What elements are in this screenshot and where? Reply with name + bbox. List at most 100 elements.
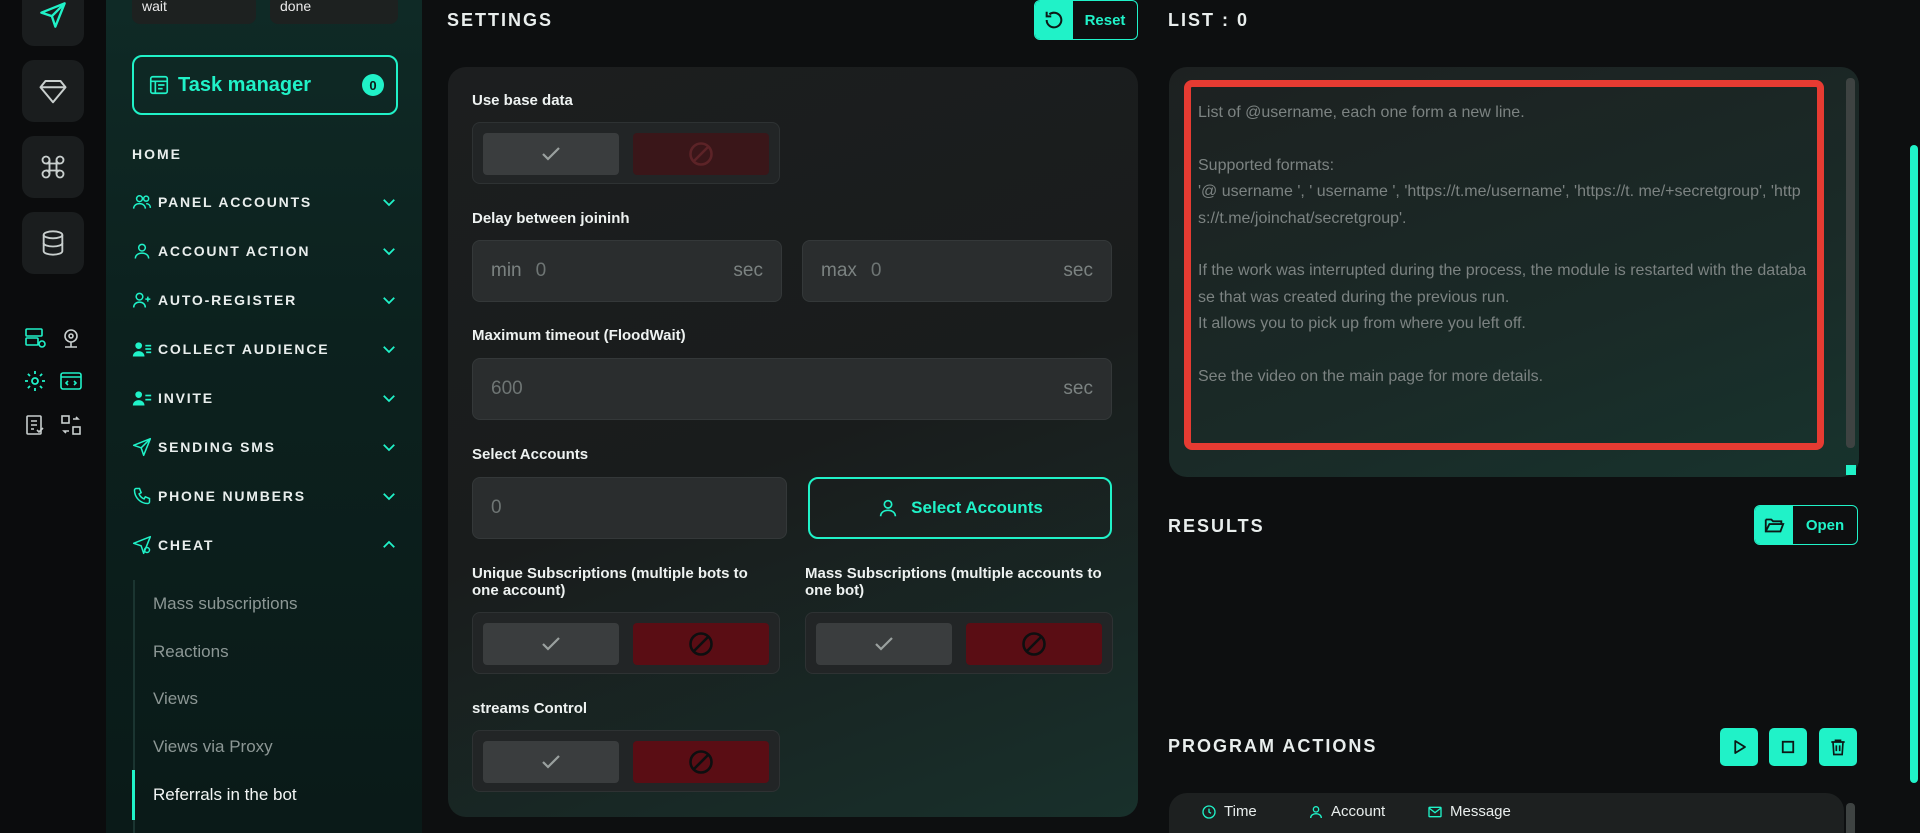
col-message[interactable]: Message	[1427, 803, 1511, 820]
nav-label: SENDING SMS	[158, 439, 276, 455]
min-value: 0	[535, 260, 547, 281]
select-accounts-button-label: Select Accounts	[911, 498, 1043, 517]
nav-label: ACCOUNT ACTION	[158, 243, 311, 259]
timeout-input[interactable]: 600 sec	[472, 358, 1112, 420]
send-icon	[40, 2, 66, 28]
col-message-label: Message	[1450, 803, 1511, 820]
col-time[interactable]: Time	[1201, 803, 1257, 820]
nav-invite[interactable]: INVITE	[132, 385, 398, 411]
resize-handle[interactable]	[1846, 465, 1856, 475]
unique-subs-label: Unique Subscriptions (multiple bots to o…	[472, 565, 748, 599]
rail-webcam[interactable]	[57, 324, 85, 352]
rail-diamond-button[interactable]	[22, 60, 84, 122]
delete-button[interactable]	[1819, 728, 1857, 766]
status-wait: wait	[132, 0, 256, 24]
list-placeholder: List of @username, each one form a new l…	[1198, 104, 1807, 386]
results-title: RESULTS	[1168, 516, 1265, 536]
sidebar: wait done Task manager 0 HOME PANEL ACCO…	[106, 0, 422, 833]
task-manager-button[interactable]: Task manager 0	[132, 55, 398, 115]
rail-database-button[interactable]	[22, 212, 84, 274]
mail-icon	[1428, 806, 1442, 817]
nav-home[interactable]: HOME	[132, 146, 182, 162]
yes-option[interactable]	[483, 623, 619, 665]
list-scrollbar[interactable]	[1846, 78, 1855, 448]
yes-option[interactable]	[483, 133, 619, 175]
chevron-down-icon	[380, 242, 398, 260]
no-option[interactable]	[633, 133, 769, 175]
yes-option[interactable]	[816, 623, 952, 665]
nav-label: AUTO-REGISTER	[158, 292, 298, 308]
nav-cheat[interactable]: CHEAT	[132, 532, 398, 558]
code-window-icon	[60, 372, 82, 390]
nav-panel-accounts[interactable]: PANEL ACCOUNTS	[132, 189, 398, 215]
rail-convert[interactable]	[57, 411, 85, 439]
unique-subs-toggle	[472, 612, 780, 674]
ban-icon	[689, 750, 713, 774]
username-list-textarea[interactable]: List of @username, each one form a new l…	[1184, 80, 1824, 450]
nav-account-action[interactable]: ACCOUNT ACTION	[132, 238, 398, 264]
nav-collect-audience[interactable]: COLLECT AUDIENCE	[132, 336, 398, 362]
nav-label: PANEL ACCOUNTS	[158, 194, 313, 210]
task-manager-label: Task manager	[178, 73, 312, 96]
min-prefix: min	[491, 260, 522, 281]
sub-referrals-in-the-bot[interactable]: Referrals in the bot	[153, 785, 297, 805]
no-option[interactable]	[633, 741, 769, 783]
icon-rail	[0, 0, 106, 833]
nav-auto-register[interactable]: AUTO-REGISTER	[132, 287, 398, 313]
chevron-down-icon	[380, 487, 398, 505]
select-accounts-count: 0	[472, 477, 787, 539]
rail-code-window[interactable]	[57, 367, 85, 395]
send-gear-icon	[132, 535, 154, 555]
rail-send-button[interactable]	[22, 0, 84, 46]
timeout-value: 600	[491, 378, 523, 399]
sub-views[interactable]: Views	[153, 689, 198, 709]
nav-sending-sms[interactable]: SENDING SMS	[132, 434, 398, 460]
open-results-button[interactable]: Open	[1754, 505, 1858, 545]
page-scrollbar-thumb[interactable]	[1910, 145, 1918, 783]
chevron-down-icon	[380, 193, 398, 211]
select-accounts-value: 0	[491, 497, 502, 518]
reset-button[interactable]: Reset	[1034, 0, 1138, 40]
use-base-data-label: Use base data	[472, 92, 573, 109]
yes-option[interactable]	[483, 741, 619, 783]
sub-views-via-proxy[interactable]: Views via Proxy	[153, 737, 273, 757]
streams-control-toggle	[472, 730, 780, 792]
delay-max-input[interactable]: max 0 sec	[802, 240, 1112, 302]
diamond-icon	[39, 80, 67, 104]
command-icon	[41, 155, 65, 179]
max-prefix: max	[821, 260, 857, 281]
rail-command-button[interactable]	[22, 136, 84, 198]
timeout-label: Maximum timeout (FloodWait)	[472, 327, 686, 344]
delay-min-input[interactable]: min 0 sec	[472, 240, 782, 302]
sub-reactions[interactable]: Reactions	[153, 642, 229, 662]
nav-label: PHONE NUMBERS	[158, 488, 306, 504]
sub-mass-subscriptions[interactable]: Mass subscriptions	[153, 594, 298, 614]
task-manager-badge: 0	[362, 74, 384, 96]
col-account[interactable]: Account	[1308, 803, 1385, 820]
rail-server-settings[interactable]	[21, 324, 49, 352]
phone-icon	[132, 486, 154, 506]
streams-control-label: streams Control	[472, 700, 588, 717]
chevron-down-icon	[380, 438, 398, 456]
chevron-down-icon	[380, 291, 398, 309]
check-icon	[542, 147, 560, 161]
chevron-down-icon	[380, 340, 398, 358]
nav-phone-numbers[interactable]: PHONE NUMBERS	[132, 483, 398, 509]
folder-open-icon	[1755, 506, 1793, 544]
user-icon	[1310, 805, 1322, 818]
select-accounts-button[interactable]: Select Accounts	[808, 477, 1112, 539]
no-option[interactable]	[966, 623, 1102, 665]
app-window: wait done Task manager 0 HOME PANEL ACCO…	[0, 0, 1920, 833]
delay-label: Delay between joininh	[472, 210, 630, 227]
refresh-icon	[1035, 1, 1073, 39]
convert-icon	[61, 415, 81, 435]
gear-icon	[25, 371, 45, 391]
play-button[interactable]	[1720, 728, 1758, 766]
stop-button[interactable]	[1769, 728, 1807, 766]
no-option[interactable]	[633, 623, 769, 665]
log-scrollbar[interactable]	[1846, 803, 1855, 833]
submenu-active-indicator	[132, 770, 135, 820]
rail-tasks[interactable]	[21, 411, 49, 439]
rail-settings[interactable]	[21, 367, 49, 395]
list-title: LIST : 0	[1168, 10, 1250, 30]
